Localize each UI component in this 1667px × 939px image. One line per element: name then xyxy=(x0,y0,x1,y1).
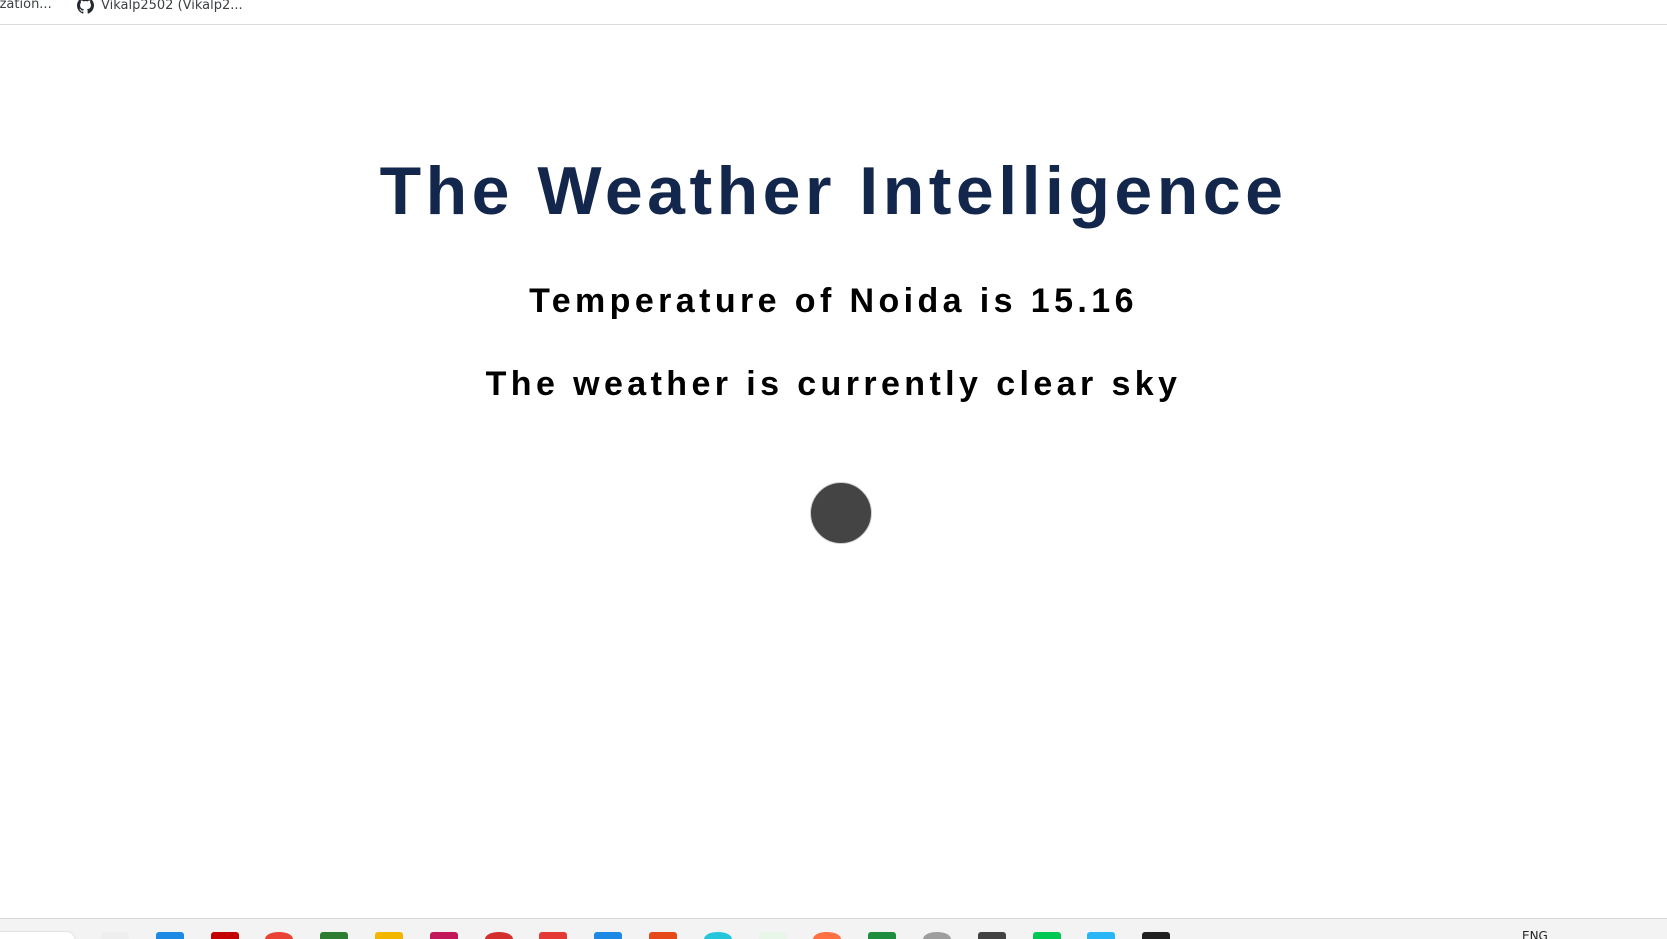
weather-description: The weather is currently clear sky xyxy=(485,365,1182,403)
page-title: The Weather Intelligence xyxy=(379,153,1288,229)
bookmark-label: ization... xyxy=(0,0,52,12)
bookmark-label: Vikalp2502 (Vikalp2... xyxy=(101,0,243,13)
temperature-text: Temperature of Noida is 15.16 xyxy=(529,282,1138,320)
bookmarks-bar: ization... Vikalp2502 (Vikalp2... xyxy=(0,0,1667,25)
taskbar: ENG xyxy=(0,918,1667,939)
github-icon xyxy=(77,0,94,14)
loading-indicator xyxy=(810,482,872,544)
bookmark-item-github[interactable]: Vikalp2502 (Vikalp2... xyxy=(77,0,243,14)
bookmark-item[interactable]: ization... xyxy=(0,0,52,12)
